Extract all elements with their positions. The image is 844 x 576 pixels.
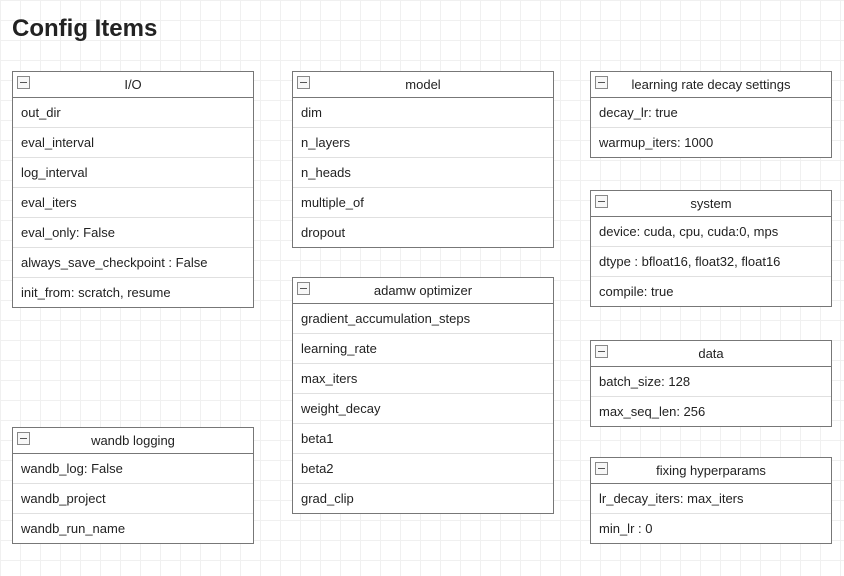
config-row: batch_size: 128 — [591, 367, 831, 396]
config-row: gradient_accumulation_steps — [293, 304, 553, 333]
panel-model-title: model — [405, 77, 440, 92]
panel-system: system device: cuda, cpu, cuda:0, mps dt… — [590, 190, 832, 307]
config-row: n_heads — [293, 157, 553, 187]
panel-data-header: data — [591, 341, 831, 367]
config-row: always_save_checkpoint : False — [13, 247, 253, 277]
collapse-icon[interactable] — [17, 432, 30, 445]
config-row: decay_lr: true — [591, 98, 831, 127]
collapse-icon[interactable] — [595, 195, 608, 208]
config-row: grad_clip — [293, 483, 553, 513]
config-row: wandb_run_name — [13, 513, 253, 543]
config-row: max_iters — [293, 363, 553, 393]
config-row: warmup_iters: 1000 — [591, 127, 831, 157]
panel-adamw-title: adamw optimizer — [374, 283, 472, 298]
config-row: beta2 — [293, 453, 553, 483]
config-row: eval_iters — [13, 187, 253, 217]
collapse-icon[interactable] — [595, 345, 608, 358]
panel-model: model dim n_layers n_heads multiple_of d… — [292, 71, 554, 248]
collapse-icon[interactable] — [17, 76, 30, 89]
panel-fixing-title: fixing hyperparams — [656, 463, 766, 478]
config-row: wandb_project — [13, 483, 253, 513]
config-row: n_layers — [293, 127, 553, 157]
config-row: lr_decay_iters: max_iters — [591, 484, 831, 513]
config-row: eval_only: False — [13, 217, 253, 247]
config-row: weight_decay — [293, 393, 553, 423]
config-row: init_from: scratch, resume — [13, 277, 253, 307]
panel-wandb-header: wandb logging — [13, 428, 253, 454]
panel-model-header: model — [293, 72, 553, 98]
panel-data: data batch_size: 128 max_seq_len: 256 — [590, 340, 832, 427]
config-row: learning_rate — [293, 333, 553, 363]
config-row: compile: true — [591, 276, 831, 306]
config-row: max_seq_len: 256 — [591, 396, 831, 426]
panel-adamw: adamw optimizer gradient_accumulation_st… — [292, 277, 554, 514]
panel-wandb: wandb logging wandb_log: False wandb_pro… — [12, 427, 254, 544]
config-row: dtype : bfloat16, float32, float16 — [591, 246, 831, 276]
config-row: device: cuda, cpu, cuda:0, mps — [591, 217, 831, 246]
collapse-icon[interactable] — [595, 462, 608, 475]
config-row: min_lr : 0 — [591, 513, 831, 543]
panel-lr-decay-title: learning rate decay settings — [632, 77, 791, 92]
panel-io-title: I/O — [124, 77, 141, 92]
panel-data-title: data — [698, 346, 723, 361]
page-title: Config Items — [12, 15, 157, 43]
config-row: wandb_log: False — [13, 454, 253, 483]
config-row: dropout — [293, 217, 553, 247]
config-row: dim — [293, 98, 553, 127]
config-row: beta1 — [293, 423, 553, 453]
config-row: multiple_of — [293, 187, 553, 217]
panel-fixing-header: fixing hyperparams — [591, 458, 831, 484]
collapse-icon[interactable] — [595, 76, 608, 89]
collapse-icon[interactable] — [297, 282, 310, 295]
panel-system-header: system — [591, 191, 831, 217]
panel-system-title: system — [690, 196, 731, 211]
panel-lr-decay: learning rate decay settings decay_lr: t… — [590, 71, 832, 158]
config-row: log_interval — [13, 157, 253, 187]
panel-wandb-title: wandb logging — [91, 433, 175, 448]
panel-lr-decay-header: learning rate decay settings — [591, 72, 831, 98]
collapse-icon[interactable] — [297, 76, 310, 89]
panel-io: I/O out_dir eval_interval log_interval e… — [12, 71, 254, 308]
panel-adamw-header: adamw optimizer — [293, 278, 553, 304]
config-row: out_dir — [13, 98, 253, 127]
config-row: eval_interval — [13, 127, 253, 157]
panel-fixing: fixing hyperparams lr_decay_iters: max_i… — [590, 457, 832, 544]
panel-io-header: I/O — [13, 72, 253, 98]
